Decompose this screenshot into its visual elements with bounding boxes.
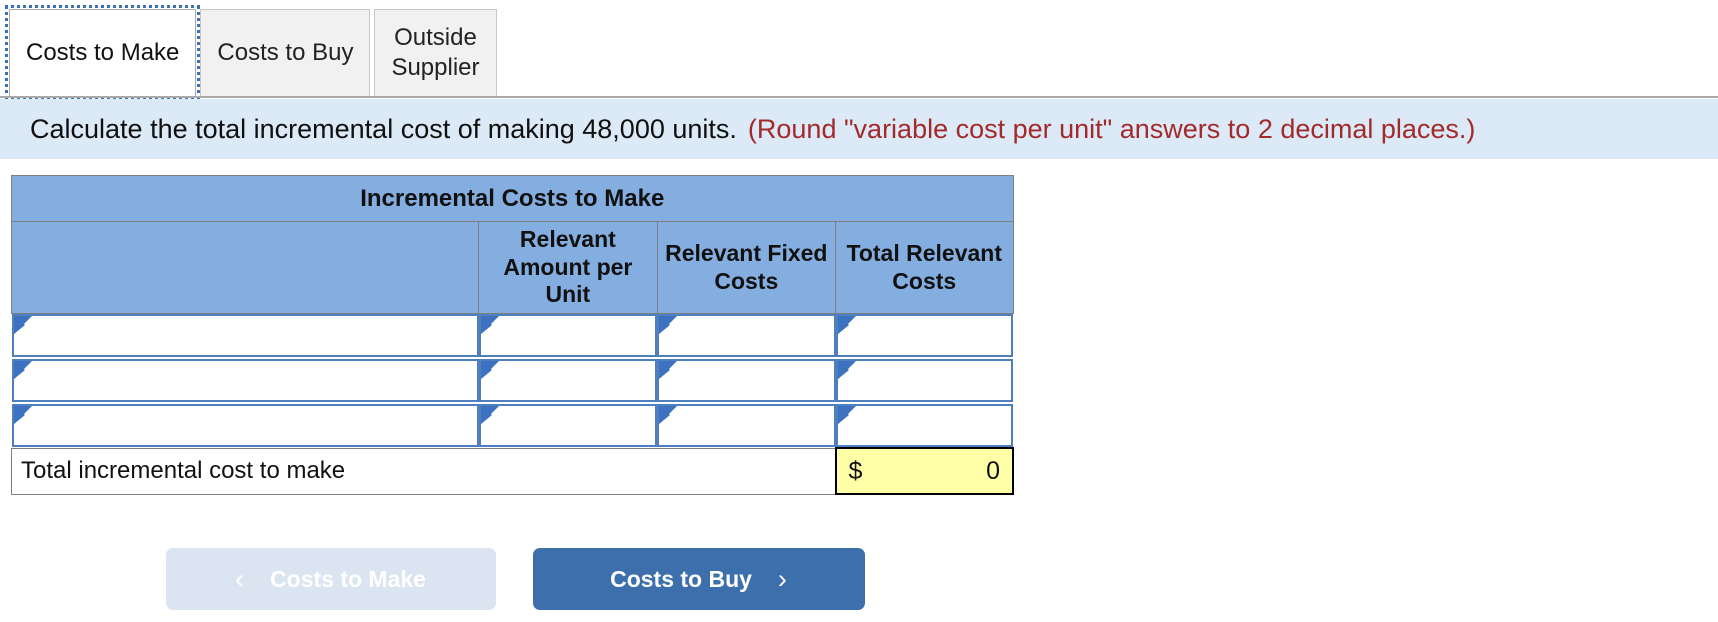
column-header-description [10,221,480,314]
table-title-row: Incremental Costs to Make [11,175,1014,222]
dropdown-arrow-icon [659,406,678,425]
tab-costs-to-buy[interactable]: Costs to Buy [200,9,371,97]
incremental-costs-table: Incremental Costs to Make Relevant Amoun… [10,175,1015,495]
row-3-description-cell[interactable] [11,404,479,448]
row-2-description-cell[interactable] [11,359,479,402]
row-1-total-costs-cell[interactable] [835,314,1013,357]
previous-costs-to-make-button[interactable]: ‹ Costs to Make [165,548,496,610]
row-2-fixed-costs-input[interactable] [657,359,836,402]
next-costs-to-buy-button[interactable]: Costs to Buy › [532,548,865,610]
tab-costs-to-make[interactable]: Costs to Make [4,5,201,101]
instruction-rounding-note: (Round "variable cost per unit" answers … [747,113,1476,144]
currency-symbol: $ [848,456,863,485]
total-row: Total incremental cost to make $ 0 [10,447,1015,495]
row-2-amount-per-unit-cell[interactable] [478,359,658,402]
row-3-description-input[interactable] [11,404,479,448]
row-1-fixed-costs-cell[interactable] [657,314,836,357]
dropdown-arrow-icon [837,361,856,379]
tab-outside-supplier[interactable]: Outside Supplier [374,9,497,97]
tab-strip-divider [0,96,1718,98]
previous-button-label: Costs to Make [270,565,426,592]
dropdown-arrow-icon [480,361,499,379]
dropdown-arrow-icon [837,316,856,334]
row-2-total-costs-cell[interactable] [835,359,1013,402]
table-row [11,404,1013,448]
row-2-fixed-costs-cell[interactable] [657,359,836,402]
row-1-amount-per-unit-input[interactable] [478,314,658,357]
row-2-description-input[interactable] [11,359,479,402]
row-3-total-costs-cell[interactable] [835,404,1013,448]
dropdown-arrow-icon [837,406,856,424]
row-1-description-cell[interactable] [11,314,479,357]
tab-outside-supplier-label: Outside Supplier [391,24,480,81]
row-3-amount-per-unit-input[interactable] [478,404,658,448]
total-row-label: Total incremental cost to make [10,447,837,495]
next-button-label: Costs to Buy [610,565,752,592]
row-3-total-costs-input[interactable] [835,404,1013,447]
row-1-amount-per-unit-cell[interactable] [478,314,658,357]
instruction-banner: Calculate the total incremental cost of … [0,99,1718,159]
instruction-text: Calculate the total incremental cost of … [30,113,737,144]
total-incremental-cost-value: 0 [986,456,1000,485]
chevron-right-icon: › [777,563,787,594]
row-3-amount-per-unit-cell[interactable] [478,404,658,448]
table-header-row: Relevant Amount per Unit Relevant Fixed … [10,221,1014,314]
row-3-fixed-costs-input[interactable] [657,404,836,448]
dropdown-arrow-icon [13,361,32,379]
dropdown-arrow-icon [659,316,678,334]
row-1-description-input[interactable] [11,314,479,357]
column-header-relevant-fixed-costs: Relevant Fixed Costs [656,221,837,314]
question-page: Costs to Make Costs to Buy Outside Suppl… [0,0,1718,622]
dropdown-arrow-icon [480,406,499,425]
navigation-bar: ‹ Costs to Make Costs to Buy › [0,548,1030,610]
table-row [11,314,1013,357]
column-header-relevant-amount-per-unit: Relevant Amount per Unit [478,221,658,314]
total-incremental-cost-value-cell[interactable]: $ 0 [834,447,1015,495]
dropdown-arrow-icon [13,406,32,425]
row-2-amount-per-unit-input[interactable] [478,359,658,402]
table-title: Incremental Costs to Make [11,175,1014,222]
chevron-left-icon: ‹ [235,563,245,594]
tab-costs-to-buy-label: Costs to Buy [217,39,354,67]
dropdown-arrow-icon [13,316,32,334]
table-row [11,359,1013,402]
row-2-total-costs-input[interactable] [835,359,1013,402]
row-1-total-costs-input[interactable] [835,314,1013,357]
tab-costs-to-make-label: Costs to Make [26,39,180,67]
row-3-fixed-costs-cell[interactable] [657,404,836,448]
row-1-fixed-costs-input[interactable] [657,314,836,357]
column-header-total-relevant-costs: Total Relevant Costs [835,221,1014,314]
dropdown-arrow-icon [480,316,499,334]
tab-strip: Costs to Make Costs to Buy Outside Suppl… [4,5,501,101]
dropdown-arrow-icon [659,361,678,379]
